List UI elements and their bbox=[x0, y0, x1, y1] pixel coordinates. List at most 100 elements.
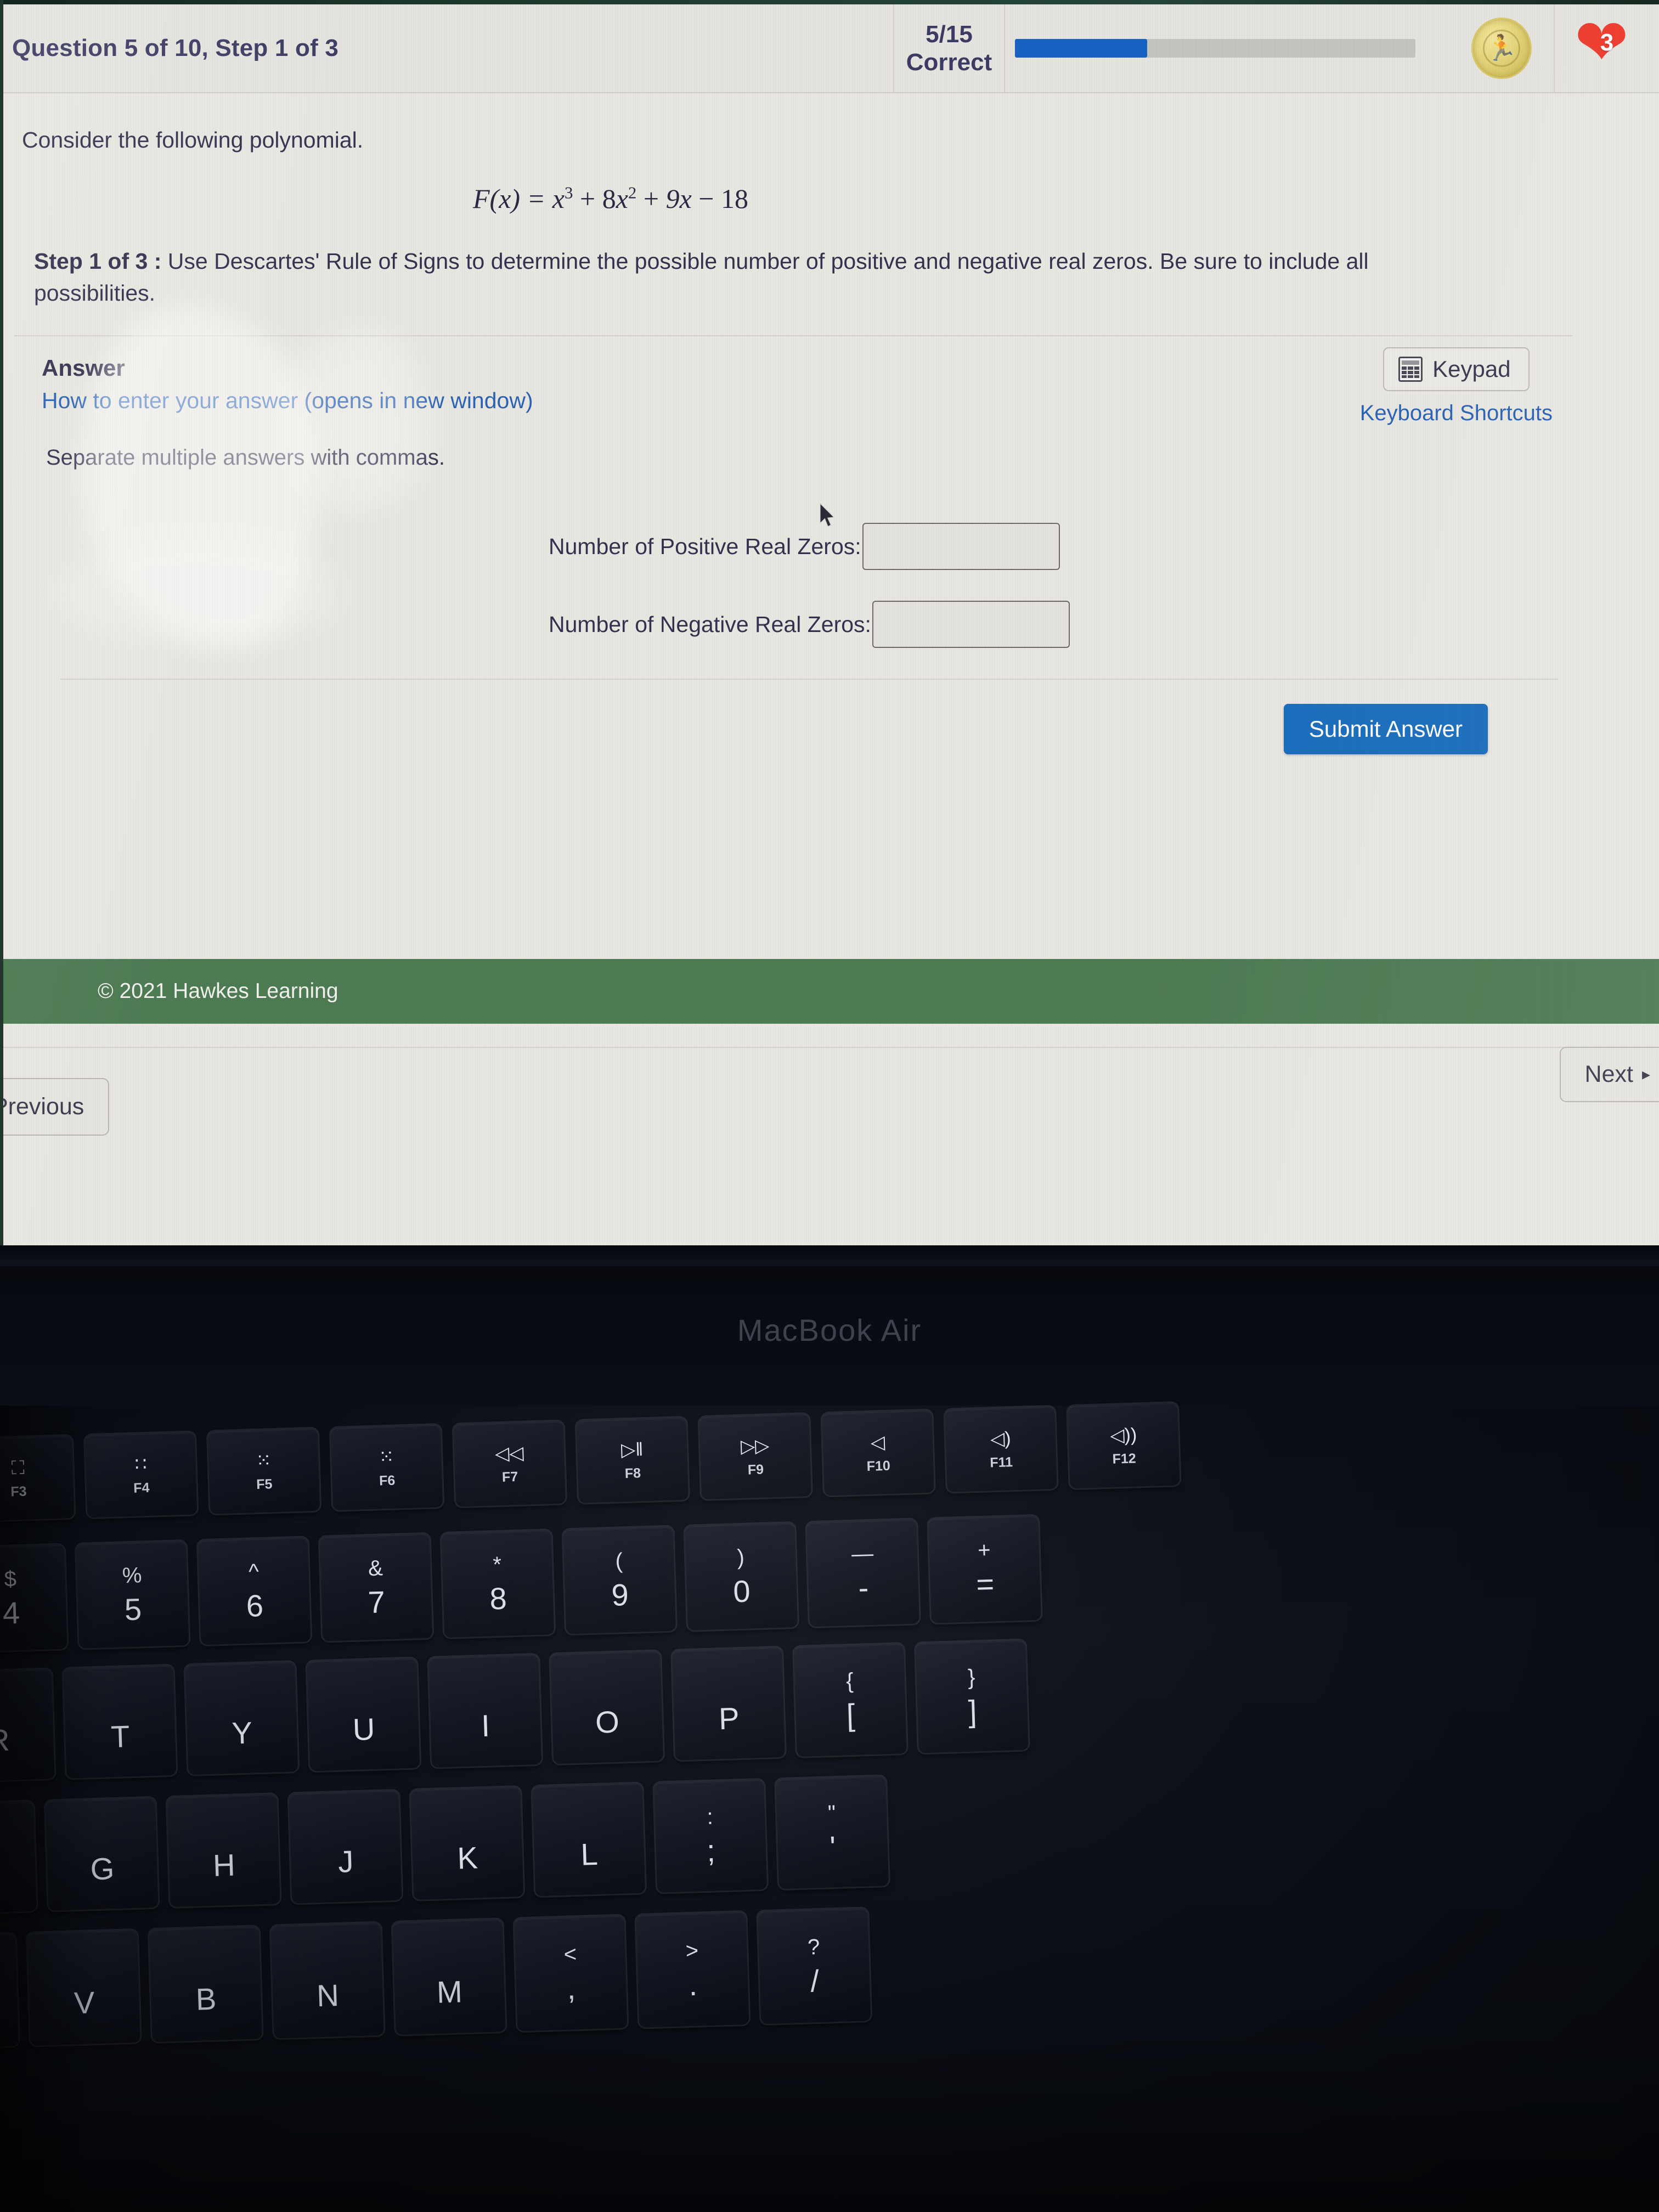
key-f8[interactable]: ▷‖ F8 bbox=[576, 1417, 689, 1503]
key-f9[interactable]: ▷▷ F9 bbox=[699, 1414, 811, 1499]
key-shift-glyph bbox=[445, 1946, 452, 1968]
key-c[interactable]: C bbox=[0, 1933, 19, 2050]
key-shift-glyph: + bbox=[977, 1538, 991, 1563]
rewind-icon: ◁◁ bbox=[494, 1442, 524, 1464]
key-glyph: N bbox=[316, 1977, 340, 2013]
key-i[interactable]: I bbox=[428, 1654, 542, 1768]
formula-op2: + bbox=[643, 183, 659, 214]
key-shift-glyph: { bbox=[845, 1668, 854, 1694]
key-glyph: 6 bbox=[245, 1588, 264, 1623]
key-g[interactable]: G bbox=[45, 1797, 159, 1911]
key-8[interactable]: * 8 bbox=[441, 1530, 555, 1638]
formula-op1: + bbox=[579, 183, 596, 214]
key-y[interactable]: Y bbox=[185, 1662, 298, 1775]
key-glyph: R bbox=[0, 1722, 10, 1758]
key-6[interactable]: ^ 6 bbox=[198, 1537, 311, 1645]
key-shift-glyph: < bbox=[563, 1942, 577, 1967]
key-l[interactable]: L bbox=[532, 1783, 646, 1897]
key-glyph: P bbox=[718, 1701, 740, 1736]
heart-wrapper: ❤ 3 bbox=[1575, 10, 1639, 78]
key-7[interactable]: & 7 bbox=[319, 1533, 433, 1641]
keyboard-shortcuts-link[interactable]: Keyboard Shortcuts bbox=[1360, 401, 1553, 426]
key-/[interactable]: ? / bbox=[758, 1908, 871, 2024]
key-u[interactable]: U bbox=[307, 1658, 420, 1771]
key-m[interactable]: M bbox=[392, 1919, 506, 2035]
key-b[interactable]: B bbox=[149, 1926, 262, 2042]
next-button[interactable]: Next ▸ bbox=[1559, 1047, 1659, 1102]
key-shift-glyph: & bbox=[368, 1556, 383, 1581]
key-shift-glyph bbox=[98, 1824, 104, 1846]
key-shift-glyph: ) bbox=[736, 1545, 745, 1570]
key-v[interactable]: V bbox=[27, 1929, 140, 2046]
key-f[interactable]: F bbox=[0, 1801, 37, 1915]
key-f5[interactable]: ⁙ F5 bbox=[207, 1428, 320, 1514]
copyright-band: © 2021 Hawkes Learning bbox=[0, 959, 1659, 1024]
key-shift-glyph: — bbox=[851, 1541, 874, 1566]
key-f11[interactable]: ◁) F11 bbox=[945, 1406, 1057, 1492]
key-shift-glyph: ( bbox=[614, 1549, 623, 1573]
volume-up-icon: ◁)) bbox=[1109, 1424, 1137, 1446]
key-f4[interactable]: ∷ F4 bbox=[85, 1432, 198, 1518]
how-to-enter-answer-link[interactable]: How to enter your answer (opens in new w… bbox=[0, 388, 1572, 414]
key-0[interactable]: ) 0 bbox=[685, 1522, 798, 1630]
key-=[interactable]: + = bbox=[928, 1515, 1041, 1623]
coin-reward[interactable]: 🏃 bbox=[1449, 4, 1554, 92]
key-label: F11 bbox=[989, 1454, 1013, 1470]
submit-row: Submit Answer bbox=[60, 679, 1558, 788]
step-instruction: Step 1 of 3 : Use Descartes' Rule of Sig… bbox=[0, 243, 1572, 325]
screen-bezel-left bbox=[0, 0, 3, 1245]
key-p[interactable]: P bbox=[672, 1647, 785, 1760]
keypad-button[interactable]: Keypad bbox=[1383, 347, 1530, 392]
score-label: Correct bbox=[906, 49, 992, 76]
launchpad-icon: ∷ bbox=[134, 1453, 147, 1475]
key-9[interactable]: (9 bbox=[563, 1526, 676, 1634]
key-f7[interactable]: ◁◁ F7 bbox=[453, 1421, 566, 1507]
key-o[interactable]: O bbox=[550, 1651, 664, 1764]
key-glyph: / bbox=[810, 1963, 820, 1998]
key-shift-glyph: } bbox=[967, 1665, 976, 1690]
submit-answer-button[interactable]: Submit Answer bbox=[1283, 704, 1488, 755]
key-h[interactable]: H bbox=[167, 1794, 280, 1908]
keyboard-qwerty-row: R T Y U I O P{[}] bbox=[0, 1640, 1029, 1782]
previous-button[interactable]: Previous bbox=[0, 1078, 110, 1136]
fast-forward-icon: ▷▷ bbox=[740, 1435, 770, 1457]
laptop-screen: Question 5 of 10, Step 1 of 3 5/15 Corre… bbox=[0, 0, 1659, 1245]
key-j[interactable]: J bbox=[289, 1790, 402, 1904]
key--[interactable]: — - bbox=[806, 1519, 919, 1627]
key-label: F12 bbox=[1112, 1450, 1137, 1467]
key-shift-glyph bbox=[725, 1674, 731, 1696]
progress-fill bbox=[1015, 39, 1147, 58]
key-n[interactable]: N bbox=[270, 1922, 384, 2039]
keypad-column: Keypad Keyboard Shortcuts bbox=[1360, 347, 1553, 426]
keyboard-brightness-down-icon: ⁙ bbox=[255, 1449, 272, 1471]
key-f10[interactable]: ◁ F10 bbox=[822, 1410, 934, 1496]
key-k[interactable]: K bbox=[410, 1787, 524, 1900]
key-shift-glyph bbox=[0, 1695, 1, 1717]
progress-bar bbox=[1005, 4, 1449, 92]
step-text: Use Descartes' Rule of Signs to determin… bbox=[34, 249, 1369, 306]
key-f3[interactable]: ⛶ F3 bbox=[0, 1435, 75, 1521]
key-,[interactable]: <, bbox=[514, 1915, 628, 2032]
key-f6[interactable]: ⁙ F6 bbox=[330, 1425, 443, 1510]
key-f12[interactable]: ◁)) F12 bbox=[1068, 1403, 1180, 1489]
positive-real-zeros-input[interactable] bbox=[862, 523, 1060, 571]
formula-term3: 9x bbox=[665, 183, 692, 214]
field-row: Number of Positive Real Zeros: bbox=[0, 523, 1572, 571]
negative-real-zeros-input[interactable] bbox=[872, 601, 1070, 648]
key-;[interactable]: :; bbox=[654, 1779, 768, 1893]
key-glyph: [ bbox=[846, 1697, 856, 1733]
key-4[interactable]: $4 bbox=[0, 1544, 67, 1652]
key-.[interactable]: >. bbox=[636, 1911, 749, 2028]
key-t[interactable]: T bbox=[63, 1665, 177, 1779]
question-body: Consider the following polynomial. F(x) … bbox=[0, 93, 1572, 820]
key-5[interactable]: % 5 bbox=[76, 1541, 189, 1649]
lives-indicator[interactable]: ❤ 3 bbox=[1555, 4, 1659, 92]
key-'[interactable]: " ' bbox=[776, 1776, 889, 1889]
score-fraction: 5/15 bbox=[926, 20, 973, 48]
key-glyph: 4 bbox=[2, 1595, 21, 1630]
key-[[interactable]: {[ bbox=[794, 1644, 907, 1757]
physical-keyboard: ⛶ F3 ∷ F4 ⁙ F5 ⁙ F6 ◁◁ F7 ▷‖ F8 ▷▷ F9 ◁ F10 ◁) F11 ◁)) F12 … bbox=[0, 1381, 1659, 2212]
key-r[interactable]: R bbox=[0, 1669, 55, 1782]
formula-term2-exp: 2 bbox=[628, 183, 637, 202]
key-][interactable]: }] bbox=[915, 1640, 1029, 1753]
